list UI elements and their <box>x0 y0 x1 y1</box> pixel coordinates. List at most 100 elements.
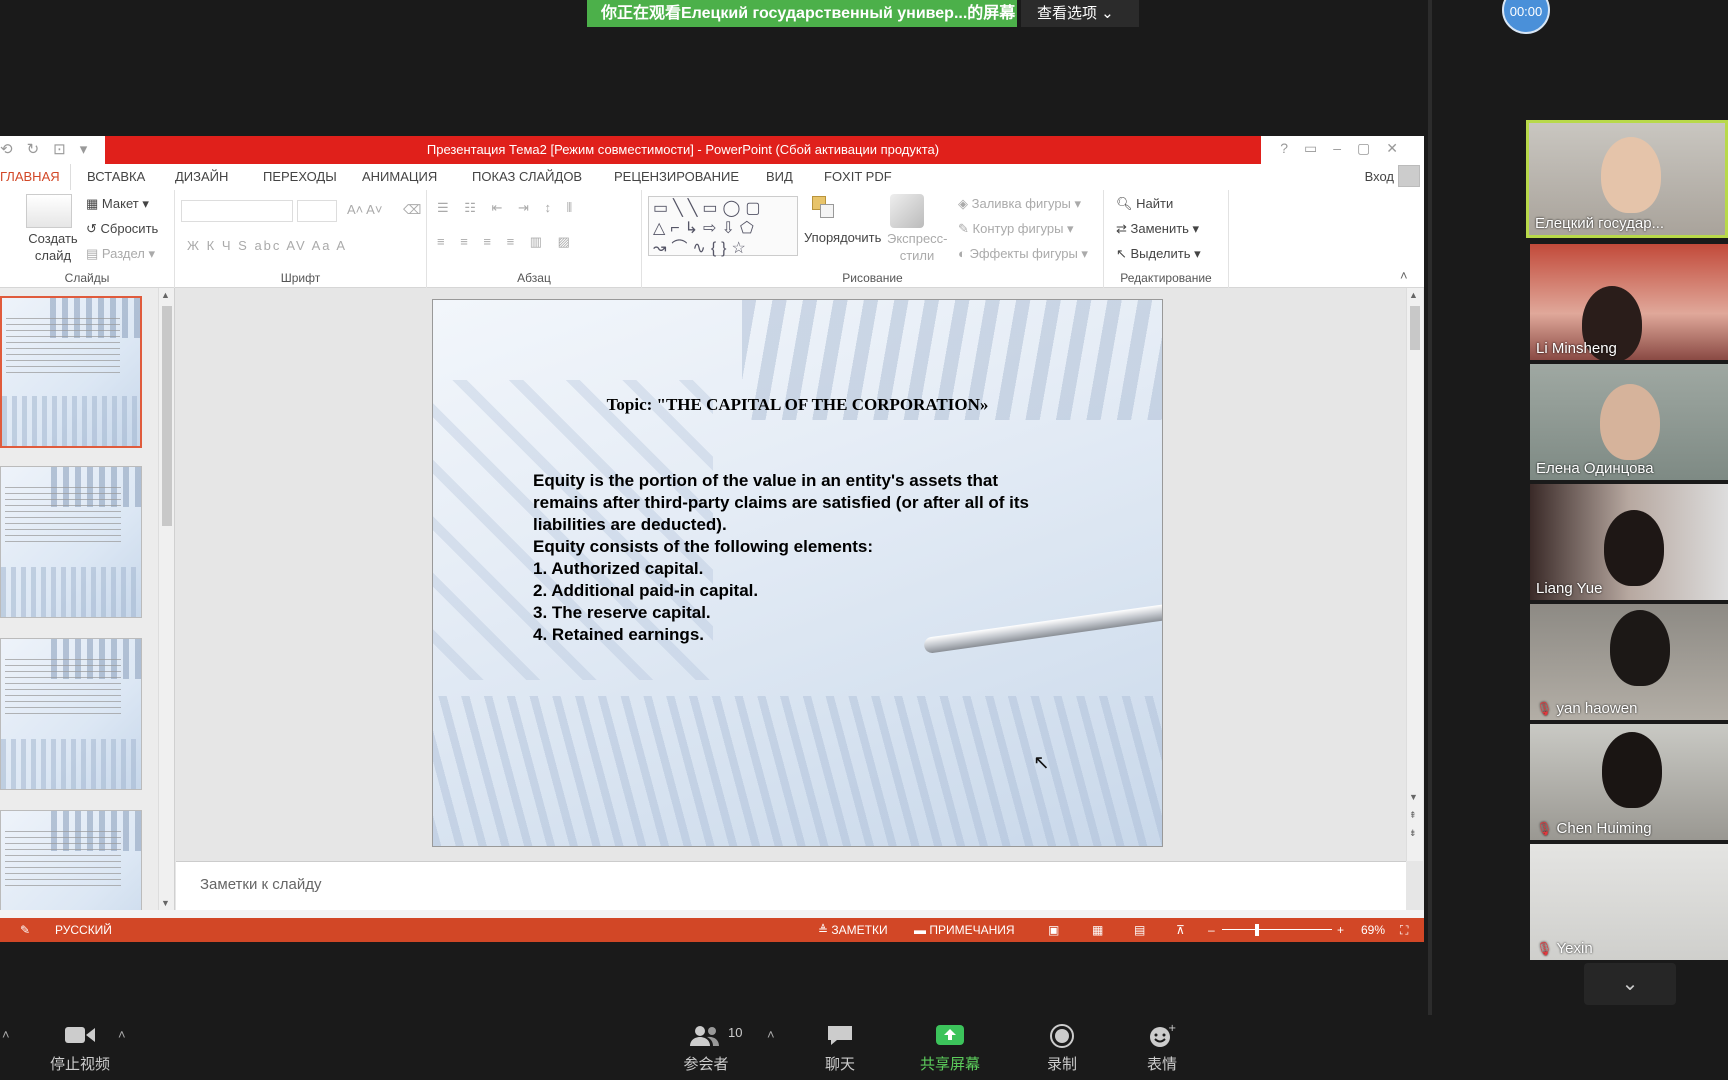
fit-slide-icon[interactable]: ⛶ <box>1400 923 1408 938</box>
strikethrough-button[interactable]: abc <box>254 238 281 253</box>
font-name-combo[interactable] <box>181 200 293 222</box>
italic-button[interactable]: К <box>207 238 217 253</box>
spacing-button[interactable]: AV <box>286 238 306 253</box>
scroll-down-icon[interactable]: ▼ <box>1409 792 1418 802</box>
align-buttons[interactable]: ≡ ≡ ≡ ≡ ▥ ▨ <box>437 234 576 250</box>
tab-design[interactable]: ДИЗАЙН <box>175 169 228 184</box>
tab-insert[interactable]: ВСТАВКА <box>87 169 145 184</box>
express-styles-icon[interactable] <box>890 194 924 228</box>
list-buttons[interactable]: ☰ ☷ ⇤ ⇥ ↕ ⫴ <box>437 200 578 216</box>
slide-thumbnail[interactable] <box>0 810 142 910</box>
powerpoint-window: ⟲↻⊡▾ Презентация Тема2 [Режим совместимо… <box>0 136 1424 942</box>
tab-foxit-pdf[interactable]: FOXIT PDF <box>824 169 892 184</box>
zoom-slider-knob[interactable] <box>1255 924 1259 936</box>
zoom-level[interactable]: 69% <box>1361 923 1385 937</box>
normal-view-icon[interactable]: ▣ <box>1048 923 1059 937</box>
clear-format-icon[interactable]: ⌫ <box>403 202 421 218</box>
zoom-out-icon[interactable]: – <box>1208 923 1215 937</box>
panel-divider[interactable] <box>1428 0 1432 1015</box>
tab-animation[interactable]: АНИМАЦИЯ <box>362 169 437 184</box>
share-screen-button[interactable]: 共享屏幕 <box>910 1023 990 1074</box>
current-slide[interactable]: Topic: "THE CAPITAL OF THE CORPORATION» … <box>432 299 1163 847</box>
zoom-slider[interactable] <box>1222 929 1332 930</box>
section-button[interactable]: ▤ Раздел ▾ <box>86 246 155 262</box>
arrange-icon[interactable] <box>808 194 838 224</box>
find-button[interactable]: 🔍︎ Найти <box>1116 196 1173 212</box>
case-button[interactable]: Aa <box>312 238 332 253</box>
reset-button[interactable]: ↺ Сбросить <box>86 221 158 237</box>
shape-fill-button[interactable]: ◈ Заливка фигуры ▾ <box>958 196 1081 212</box>
select-button[interactable]: ↖ Выделить ▾ <box>1116 246 1201 262</box>
reactions-button[interactable]: + 表情 <box>1132 1023 1192 1074</box>
new-slide-icon[interactable] <box>26 194 72 228</box>
participants-caret-icon[interactable]: ˄ <box>767 1027 775 1042</box>
shapes-gallery[interactable]: ▭╲╲▭◯▢ △⌐↳⇨⇩⬠ ↝⌒∿{}☆ <box>648 196 798 257</box>
prev-slide-icon[interactable]: ⇞ <box>1409 810 1417 821</box>
layout-button[interactable]: ▦ Макет ▾ <box>86 196 149 212</box>
window-controls[interactable]: ?▭–▢✕ <box>1280 140 1414 157</box>
font-style-buttons[interactable]: Ж К Ч S abc AV Aa A <box>187 238 347 253</box>
sign-in-link[interactable]: Вход <box>1365 169 1394 184</box>
tab-view[interactable]: ВИД <box>766 169 793 184</box>
quick-access-toolbar[interactable]: ⟲↻⊡▾ <box>0 140 101 158</box>
scroll-up-icon[interactable]: ▲ <box>1409 290 1418 300</box>
slide-body-text[interactable]: Equity is the portion of the value in an… <box>533 470 1093 646</box>
user-avatar-icon[interactable] <box>1398 165 1420 187</box>
tab-slideshow[interactable]: ПОКАЗ СЛАЙДОВ <box>472 169 582 184</box>
shape-fill-label: Заливка фигуры <box>971 196 1071 211</box>
arrange-button[interactable]: Упорядочить <box>804 230 881 245</box>
chat-button[interactable]: 聊天 <box>810 1023 870 1074</box>
stop-video-button[interactable]: 停止视频 <box>40 1023 120 1074</box>
next-slide-icon[interactable]: ⇟ <box>1409 828 1417 839</box>
tab-review[interactable]: РЕЦЕНЗИРОВАНИЕ <box>614 169 739 184</box>
view-options-button[interactable]: 查看选项 ⌄ <box>1021 0 1139 27</box>
audio-options-caret-icon[interactable]: ˄ <box>2 1027 10 1042</box>
shape-outline-button[interactable]: ✎ Контур фигуры ▾ <box>958 221 1074 237</box>
collapse-ribbon-icon[interactable]: ˄ <box>1400 268 1408 283</box>
zoom-in-icon[interactable]: + <box>1337 923 1344 937</box>
scroll-thumb[interactable] <box>1410 306 1420 350</box>
slideshow-view-icon[interactable]: ⊼ <box>1176 923 1185 937</box>
participants-button[interactable]: 参会者 <box>676 1023 736 1074</box>
participant-tile[interactable]: Li Minsheng <box>1530 244 1728 360</box>
participant-name-row: 🎙︎ Yexin <box>1536 940 1593 957</box>
font-color-button[interactable]: A <box>336 238 347 253</box>
shadow-button[interactable]: S <box>238 238 249 253</box>
participant-tile[interactable]: Елецкий государ... <box>1526 120 1728 238</box>
language-indicator[interactable]: РУССКИЙ <box>55 923 112 937</box>
scroll-up-icon[interactable]: ▲ <box>161 290 170 300</box>
slide-sorter-icon[interactable]: ▦ <box>1092 923 1103 937</box>
shape-effects-button[interactable]: ◐ Эффекты фигуры ▾ <box>958 246 1088 262</box>
thumbnails-scrollbar[interactable]: ▲ ▼ <box>158 288 174 910</box>
slide-thumbnail[interactable] <box>0 638 142 790</box>
slide-thumbnail[interactable] <box>0 296 142 448</box>
more-participants-chevron-icon[interactable]: ⌄ <box>1584 963 1676 1005</box>
participant-tile[interactable]: 🎙︎ yan haowen <box>1530 604 1728 720</box>
participant-tile[interactable]: 🎙︎ Chen Huiming <box>1530 724 1728 840</box>
participant-tile[interactable]: Елена Одинцова <box>1530 364 1728 480</box>
notes-toggle[interactable]: ≜ ЗАМЕТКИ <box>818 923 888 937</box>
slide-title[interactable]: Topic: "THE CAPITAL OF THE CORPORATION» <box>433 395 1162 415</box>
scroll-down-icon[interactable]: ▼ <box>161 898 170 908</box>
express-styles-button[interactable]: Экспресс-стили <box>887 230 948 264</box>
new-slide-button[interactable]: Создать слайд <box>26 230 80 264</box>
tab-transitions[interactable]: ПЕРЕХОДЫ <box>263 169 337 184</box>
slide-editor: Topic: "THE CAPITAL OF THE CORPORATION» … <box>176 288 1423 861</box>
participant-tile[interactable]: Liang Yue <box>1530 484 1728 600</box>
slide-thumbnail[interactable] <box>0 466 142 618</box>
notes-pane[interactable]: Заметки к слайду <box>176 861 1406 910</box>
record-button[interactable]: 录制 <box>1032 1023 1092 1074</box>
slide-scrollbar[interactable]: ▲ ▼ ⇞ ⇟ <box>1406 288 1423 861</box>
reading-view-icon[interactable]: ▤ <box>1134 923 1145 937</box>
scroll-thumb[interactable] <box>162 306 172 526</box>
underline-button[interactable]: Ч <box>222 238 233 253</box>
comments-toggle[interactable]: ▬ ПРИМЕЧАНИЯ <box>914 923 1015 937</box>
font-size-combo[interactable] <box>297 200 337 222</box>
replace-button[interactable]: ⇄ Заменить ▾ <box>1116 221 1199 237</box>
grow-font-icon[interactable]: A˄ A˅ <box>347 202 382 217</box>
video-options-caret-icon[interactable]: ˄ <box>118 1027 126 1042</box>
bold-button[interactable]: Ж <box>187 238 201 253</box>
tab-home[interactable]: ГЛАВНАЯ <box>0 164 71 190</box>
participant-tile[interactable]: 🎙︎ Yexin <box>1530 844 1728 960</box>
spellcheck-icon[interactable]: ✎ <box>20 923 30 937</box>
